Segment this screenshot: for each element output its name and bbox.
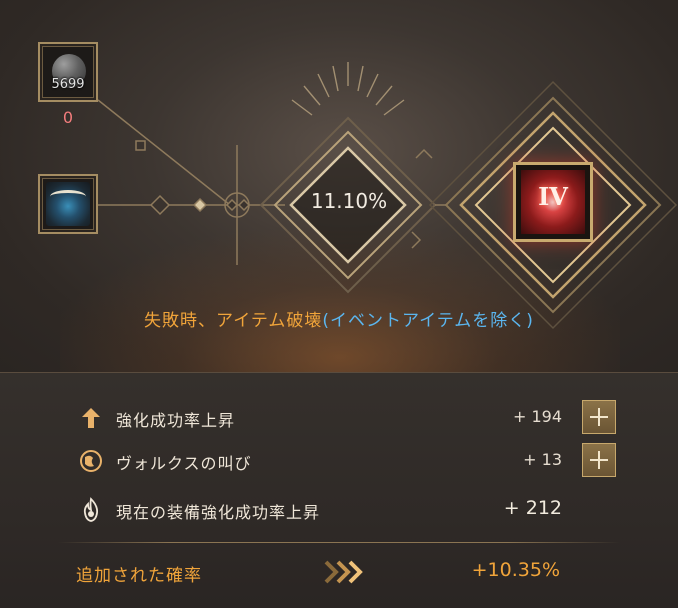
material-stone-slot[interactable]: 5699 [38, 42, 98, 102]
bonus-label: ヴォルクスの叫び [116, 454, 252, 473]
bonus-row-volks-cry: ヴォルクスの叫び + 13 [78, 443, 618, 477]
bonus-value: + 13 [523, 450, 562, 469]
chevron-right-icon [324, 560, 363, 584]
bonus-row-success-rate: 強化成功率上昇 + 194 [78, 400, 618, 434]
add-success-rate-button[interactable] [582, 400, 616, 434]
stone-required-count: 0 [62, 108, 74, 127]
divider [58, 542, 620, 543]
success-rate: 11.10% [310, 189, 388, 213]
equipment-slot[interactable] [38, 174, 98, 234]
target-item-slot[interactable]: IV [513, 162, 593, 242]
bonus-row-current-equipment: 現在の装備強化成功率上昇 + 212 [78, 495, 618, 525]
enhancement-panel: 5699 0 11.10% IV 失敗時、アイテム破壊(イベントアイテムを除く)… [0, 0, 678, 608]
bonus-value: + 194 [512, 407, 562, 426]
warning-main-text: 失敗時、アイテム破壊 [144, 311, 323, 331]
arrow-up-icon [82, 408, 100, 428]
flame-icon [83, 497, 99, 522]
warning-exception-text: (イベントアイテムを除く) [322, 311, 534, 331]
helmet-icon [46, 182, 90, 226]
stone-count: 5699 [51, 77, 85, 92]
added-probability-label: 追加された確率 [76, 566, 202, 586]
add-volks-cry-button[interactable] [582, 443, 616, 477]
globe-icon [80, 450, 102, 472]
bonus-label: 現在の装備強化成功率上昇 [116, 503, 321, 522]
failure-warning: 失敗時、アイテム破壊(イベントアイテムを除く) [0, 306, 678, 331]
bonus-label: 強化成功率上昇 [116, 411, 236, 430]
added-probability-value: +10.35% [471, 559, 560, 581]
red-gem-icon: IV [521, 170, 585, 234]
target-grade: IV [538, 182, 568, 211]
bonus-value: + 212 [503, 497, 562, 519]
